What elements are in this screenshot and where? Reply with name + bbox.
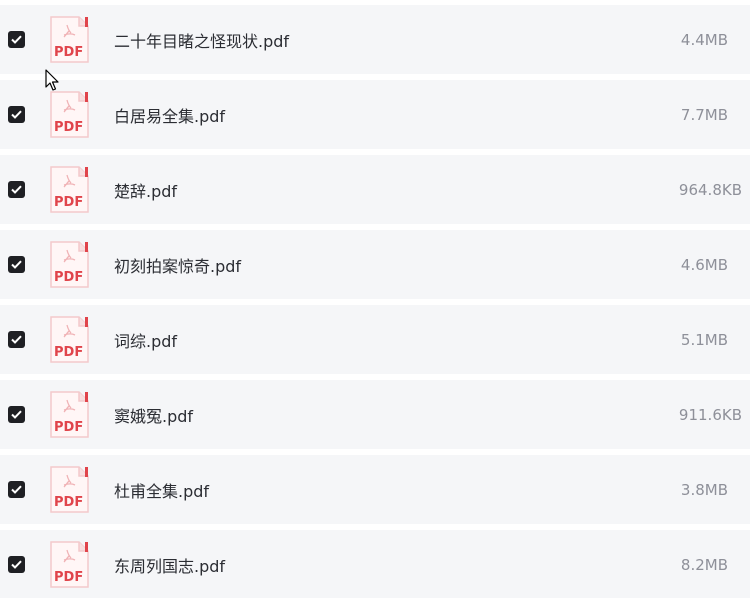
checkbox-checked-icon[interactable] (8, 481, 25, 498)
svg-text:PDF: PDF (54, 195, 83, 210)
file-row[interactable]: PDF 二十年目睹之怪现状.pdf 4.4MB (0, 5, 750, 74)
file-name[interactable]: 初刻拍案惊奇.pdf (114, 253, 241, 277)
pdf-file-icon: PDF (48, 165, 90, 214)
file-size: 8.2MB (680, 555, 728, 574)
checkbox-checked-icon[interactable] (8, 106, 25, 123)
pdf-file-icon: PDF (48, 240, 90, 289)
file-row[interactable]: PDF 东周列国志.pdf 8.2MB (0, 530, 750, 598)
file-size: 4.6MB (680, 255, 728, 274)
svg-text:PDF: PDF (54, 345, 83, 360)
svg-text:PDF: PDF (54, 270, 83, 285)
checkbox-checked-icon[interactable] (8, 181, 25, 198)
file-size: 4.4MB (680, 30, 728, 49)
checkbox-checked-icon[interactable] (8, 331, 25, 348)
checkbox-checked-icon[interactable] (8, 406, 25, 423)
file-name[interactable]: 词综.pdf (114, 328, 177, 352)
file-name[interactable]: 白居易全集.pdf (114, 103, 225, 127)
pdf-file-icon: PDF (48, 540, 90, 589)
file-row[interactable]: PDF 初刻拍案惊奇.pdf 4.6MB (0, 230, 750, 299)
pdf-file-icon: PDF (48, 90, 90, 139)
svg-text:PDF: PDF (54, 420, 83, 435)
svg-text:PDF: PDF (54, 495, 83, 510)
pdf-file-icon: PDF (48, 465, 90, 514)
file-name[interactable]: 二十年目睹之怪现状.pdf (114, 28, 289, 52)
file-row[interactable]: PDF 杜甫全集.pdf 3.8MB (0, 455, 750, 524)
file-name[interactable]: 东周列国志.pdf (114, 553, 225, 577)
file-row[interactable]: PDF 楚辞.pdf 964.8KB (0, 155, 750, 224)
file-row[interactable]: PDF 窦娥冤.pdf 911.6KB (0, 380, 750, 449)
file-name[interactable]: 杜甫全集.pdf (114, 478, 209, 502)
checkbox-checked-icon[interactable] (8, 556, 25, 573)
file-row[interactable]: PDF 白居易全集.pdf 7.7MB (0, 80, 750, 149)
pdf-file-icon: PDF (48, 15, 90, 64)
checkbox-checked-icon[interactable] (8, 31, 25, 48)
pdf-file-icon: PDF (48, 390, 90, 439)
file-size: 5.1MB (680, 330, 728, 349)
svg-text:PDF: PDF (54, 45, 83, 60)
file-size: 3.8MB (680, 480, 728, 499)
pdf-file-icon: PDF (48, 315, 90, 364)
file-name[interactable]: 楚辞.pdf (114, 178, 177, 202)
file-row[interactable]: PDF 词综.pdf 5.1MB (0, 305, 750, 374)
file-name[interactable]: 窦娥冤.pdf (114, 403, 193, 427)
svg-text:PDF: PDF (54, 570, 83, 585)
checkbox-checked-icon[interactable] (8, 256, 25, 273)
file-size: 911.6KB (678, 405, 742, 424)
svg-text:PDF: PDF (54, 120, 83, 135)
file-size: 964.8KB (678, 180, 742, 199)
file-size: 7.7MB (680, 105, 728, 124)
file-list: PDF 二十年目睹之怪现状.pdf 4.4MB PDF 白居易全集.pdf 7.… (0, 0, 750, 598)
